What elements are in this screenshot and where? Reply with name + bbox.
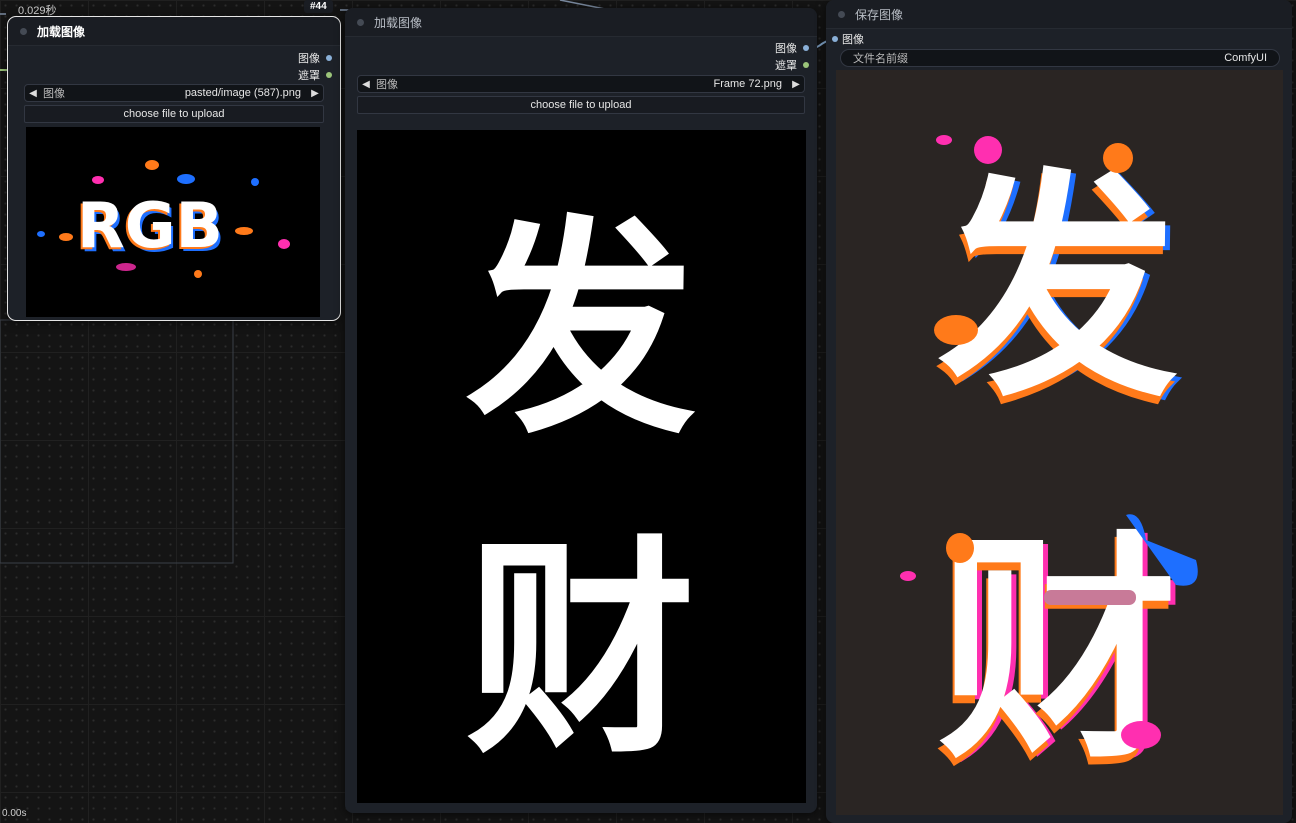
output-sockets: 图像 遮罩 bbox=[298, 49, 332, 83]
mask-char-fa: 发 bbox=[466, 198, 696, 465]
upload-button[interactable]: choose file to upload bbox=[24, 105, 324, 123]
output-image[interactable]: 图像 bbox=[775, 39, 809, 56]
image-preview: 发 财 bbox=[357, 130, 806, 803]
bottom-time-label: 0.00s bbox=[2, 808, 27, 819]
load-image-node-1[interactable]: 加载图像 图像 遮罩 ◀ 图像 pasted/image (587).png ▶… bbox=[7, 16, 341, 321]
image-socket-icon[interactable] bbox=[803, 44, 809, 51]
node-title: 保存图像 bbox=[855, 7, 904, 22]
collapse-dot-icon[interactable] bbox=[838, 10, 845, 18]
node-title-bar[interactable]: 加载图像 bbox=[345, 8, 817, 37]
image-select[interactable]: ◀ 图像 Frame 72.png ▶ bbox=[357, 75, 805, 93]
node-title: 加载图像 bbox=[374, 15, 423, 30]
image-select[interactable]: ◀ 图像 pasted/image (587).png ▶ bbox=[24, 84, 324, 102]
node-title-bar[interactable]: 加载图像 bbox=[8, 17, 340, 46]
saved-image-preview: 发 发 发 财 财 财 bbox=[836, 70, 1283, 815]
triangle-right-icon[interactable]: ▶ bbox=[788, 79, 804, 90]
save-image-node[interactable]: 保存图像 图像 文件名前缀 ComfyUI 发 发 发 财 财 财 bbox=[826, 0, 1292, 823]
output-mask[interactable]: 遮罩 bbox=[298, 66, 332, 83]
collapse-dot-icon[interactable] bbox=[357, 18, 364, 26]
triangle-left-icon[interactable]: ◀ bbox=[358, 79, 374, 90]
collapse-dot-icon[interactable] bbox=[20, 27, 27, 35]
triangle-right-icon[interactable]: ▶ bbox=[307, 88, 323, 99]
node-id-badge: #44 bbox=[304, 0, 333, 13]
output-image[interactable]: 图像 bbox=[298, 49, 332, 66]
image-socket-icon[interactable] bbox=[832, 36, 838, 42]
rgb-preview-text: RGB bbox=[77, 189, 223, 262]
mask-socket-icon[interactable] bbox=[326, 71, 332, 78]
result-char-cai: 财 bbox=[938, 511, 1178, 791]
mask-socket-icon[interactable] bbox=[803, 61, 809, 68]
mask-char-cai: 财 bbox=[466, 518, 696, 785]
filename-prefix-field[interactable]: 文件名前缀 ComfyUI bbox=[840, 49, 1280, 67]
execution-time-label: 0.029秒 bbox=[18, 5, 57, 17]
rgb-preview-art: RGB RGB RGB bbox=[37, 160, 290, 278]
output-sockets: 图像 遮罩 bbox=[775, 39, 809, 73]
node-title-bar[interactable]: 保存图像 bbox=[826, 0, 1292, 29]
image-socket-icon[interactable] bbox=[326, 54, 332, 61]
node-title: 加载图像 bbox=[37, 24, 86, 39]
load-image-node-2[interactable]: 加载图像 图像 遮罩 ◀ 图像 Frame 72.png ▶ choose fi… bbox=[345, 8, 817, 813]
output-mask[interactable]: 遮罩 bbox=[775, 56, 809, 73]
triangle-left-icon[interactable]: ◀ bbox=[25, 88, 41, 99]
mask-preview-art: 发 财 bbox=[466, 198, 696, 785]
input-image[interactable]: 图像 bbox=[832, 32, 864, 46]
result-preview-art: 发 发 发 财 财 财 bbox=[900, 135, 1198, 799]
upload-button[interactable]: choose file to upload bbox=[357, 96, 805, 114]
result-char-fa: 发 bbox=[938, 149, 1178, 429]
image-preview: RGB RGB RGB bbox=[26, 127, 320, 317]
